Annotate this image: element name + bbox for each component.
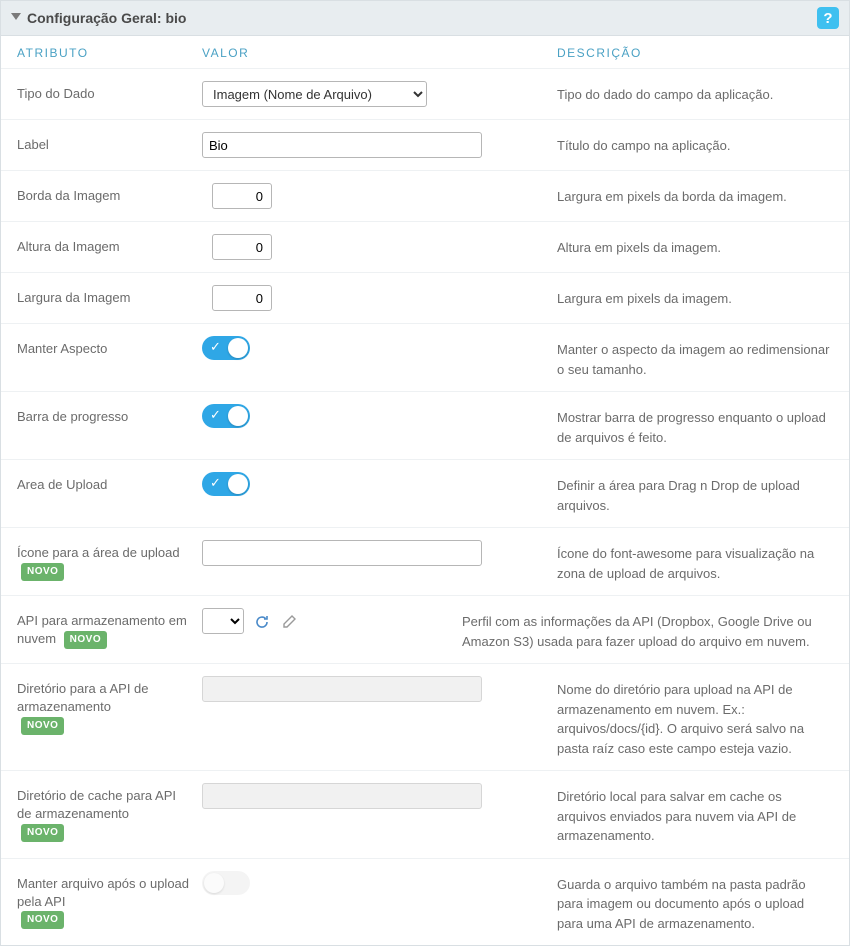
row-altura-da-imagem: Altura da Imagem Altura em pixels da ima… [1,222,849,273]
col-header-attr: ATRIBUTO [17,46,202,60]
desc-text: Definir a área para Drag n Drop de uploa… [557,472,833,515]
desc-text: Título do campo na aplicação. [557,132,833,156]
desc-text: Perfil com as informações da API (Dropbo… [462,608,833,651]
borda-input[interactable] [212,183,272,209]
row-diretorio-api: Diretório para a API de armazenamento NO… [1,664,849,771]
attr-label: Label [17,132,202,154]
desc-text: Guarda o arquivo também na pasta padrão … [557,871,833,934]
attr-label: Diretório para a API de armazenamento [17,681,149,714]
row-label: Label Título do campo na aplicação. [1,120,849,171]
attr-label: Ícone para a área de upload [17,545,180,560]
row-tipo-do-dado: Tipo do Dado Imagem (Nome de Arquivo) Ti… [1,69,849,120]
largura-input[interactable] [212,285,272,311]
desc-text: Diretório local para salvar em cache os … [557,783,833,846]
diretorio-api-input [202,676,482,702]
diretorio-cache-input [202,783,482,809]
attr-label: Diretório de cache para API de armazenam… [17,788,176,821]
refresh-icon[interactable] [252,612,272,632]
row-icone-area-upload: Ícone para a área de upload NOVO Ícone d… [1,528,849,596]
check-icon: ✓ [210,407,221,423]
panel-header: Configuração Geral: bio ? [1,1,849,36]
row-area-de-upload: Area de Upload ✓ Definir a área para Dra… [1,460,849,528]
attr-label: Altura da Imagem [17,234,202,256]
desc-text: Ícone do font-awesome para visualização … [557,540,833,583]
row-manter-aspecto: Manter Aspecto ✓ Manter o aspecto da ima… [1,324,849,392]
desc-text: Mostrar barra de progresso enquanto o up… [557,404,833,447]
collapse-icon[interactable] [11,13,21,23]
col-header-desc: DESCRIÇÃO [557,46,833,60]
col-header-val: VALOR [202,46,557,60]
label-input[interactable] [202,132,482,158]
novo-badge: NOVO [21,911,64,929]
novo-badge: NOVO [21,717,64,735]
area-upload-toggle[interactable]: ✓ [202,472,250,496]
manter-aspecto-toggle[interactable]: ✓ [202,336,250,360]
help-button[interactable]: ? [817,7,839,29]
row-diretorio-cache: Diretório de cache para API de armazenam… [1,771,849,859]
api-select[interactable] [202,608,244,634]
columns-header: ATRIBUTO VALOR DESCRIÇÃO [1,36,849,69]
check-icon: ✓ [210,339,221,355]
attr-label: Tipo do Dado [17,81,202,103]
check-icon: ✓ [210,475,221,491]
row-largura-da-imagem: Largura da Imagem Largura em pixels da i… [1,273,849,324]
desc-text: Nome do diretório para upload na API de … [557,676,833,758]
help-icon: ? [823,10,832,27]
icone-area-input[interactable] [202,540,482,566]
row-barra-de-progresso: Barra de progresso ✓ Mostrar barra de pr… [1,392,849,460]
novo-badge: NOVO [21,563,64,581]
row-api-armazenamento: API para armazenamento em nuvem NOVO Per… [1,596,849,664]
panel-title: Configuração Geral: bio [27,10,186,26]
row-borda-da-imagem: Borda da Imagem Largura em pixels da bor… [1,171,849,222]
manter-arquivo-toggle [202,871,250,895]
attr-label: Manter Aspecto [17,336,202,358]
desc-text: Tipo do dado do campo da aplicação. [557,81,833,105]
novo-badge: NOVO [64,631,107,649]
config-panel: Configuração Geral: bio ? ATRIBUTO VALOR… [0,0,850,946]
desc-text: Largura em pixels da borda da imagem. [557,183,833,207]
barra-progresso-toggle[interactable]: ✓ [202,404,250,428]
attr-label: Borda da Imagem [17,183,202,205]
novo-badge: NOVO [21,824,64,842]
row-manter-arquivo-api: Manter arquivo após o upload pela API NO… [1,859,849,946]
attr-label: Manter arquivo após o upload pela API [17,876,189,909]
desc-text: Largura em pixels da imagem. [557,285,833,309]
attr-label: Largura da Imagem [17,285,202,307]
altura-input[interactable] [212,234,272,260]
desc-text: Altura em pixels da imagem. [557,234,833,258]
attr-label: Barra de progresso [17,404,202,426]
tipo-do-dado-select[interactable]: Imagem (Nome de Arquivo) [202,81,427,107]
edit-icon[interactable] [279,612,299,632]
attr-label: Area de Upload [17,472,202,494]
desc-text: Manter o aspecto da imagem ao redimensio… [557,336,833,379]
